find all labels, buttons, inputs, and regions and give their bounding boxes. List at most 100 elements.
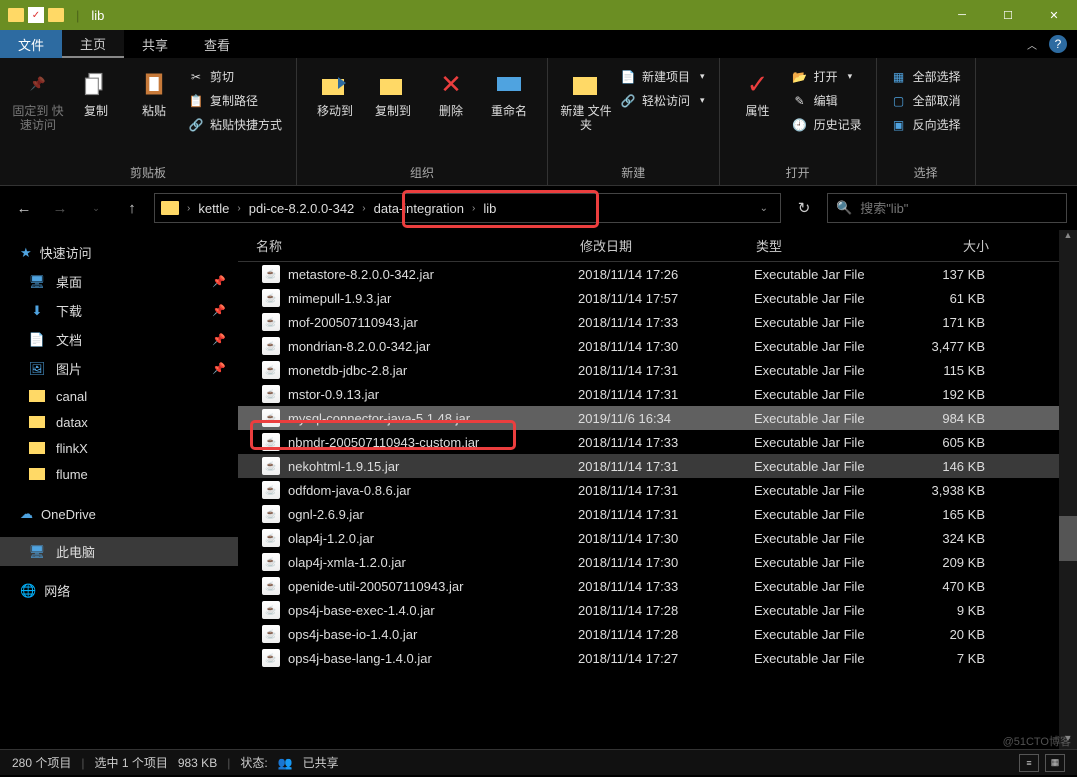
file-row[interactable]: ☕ nbmdr-200507110943-custom.jar 2018/11/… (238, 430, 1059, 454)
sidebar-item[interactable]: flinkX (0, 435, 238, 461)
ribbon: 📌 固定到 快速访问 复制 粘贴 ✂剪切 📋复制路径 🔗粘贴快捷方式 剪贴板 (0, 58, 1077, 186)
qat-icon[interactable]: ✓ (28, 7, 44, 23)
copypath-button[interactable]: 📋复制路径 (184, 90, 286, 111)
pin-quickaccess-button[interactable]: 📌 固定到 快速访问 (10, 62, 66, 132)
file-row[interactable]: ☕ metastore-8.2.0.0-342.jar 2018/11/14 1… (238, 262, 1059, 286)
open-button[interactable]: 📂打开▾ (788, 66, 866, 87)
statusbar: 280 个项目 | 选中 1 个项目 983 KB | 状态: 👥 已共享 ≡ … (0, 749, 1077, 775)
easyaccess-button[interactable]: 🔗轻松访问▾ (616, 90, 709, 111)
search-input[interactable] (860, 201, 1058, 216)
selectnone-button[interactable]: ▢全部取消 (887, 90, 965, 111)
file-row[interactable]: ☕ mof-200507110943.jar 2018/11/14 17:33 … (238, 310, 1059, 334)
tab-view[interactable]: 查看 (186, 30, 248, 58)
rename-button[interactable]: 重命名 (481, 62, 537, 118)
view-details-button[interactable]: ≡ (1019, 754, 1039, 772)
navbar: ← → ⌄ ↑ › kettle › pdi-ce-8.2.0.0-342 › … (0, 186, 1077, 230)
breadcrumb[interactable]: data-integration (368, 201, 470, 216)
cut-button[interactable]: ✂剪切 (184, 66, 286, 87)
newitem-button[interactable]: 📄新建项目▾ (616, 66, 709, 87)
status-selected: 选中 1 个项目 (94, 754, 167, 771)
jar-icon: ☕ (262, 265, 280, 283)
minimize-button[interactable]: ─ (939, 0, 985, 30)
status-items: 280 个项目 (12, 754, 71, 771)
column-headers[interactable]: 名称 修改日期 类型 大小 (238, 230, 1059, 262)
close-button[interactable]: ✕ (1031, 0, 1077, 30)
file-row[interactable]: ☕ ops4j-base-exec-1.4.0.jar 2018/11/14 1… (238, 598, 1059, 622)
view-icons-button[interactable]: ▦ (1045, 754, 1065, 772)
file-row[interactable]: ☕ ops4j-base-io-1.4.0.jar 2018/11/14 17:… (238, 622, 1059, 646)
sidebar-item[interactable]: 📄文档📌 (0, 325, 238, 354)
sidebar-item[interactable]: flume (0, 461, 238, 487)
jar-icon: ☕ (262, 649, 280, 667)
edit-button[interactable]: ✎编辑 (788, 90, 866, 111)
file-row[interactable]: ☕ mstor-0.9.13.jar 2018/11/14 17:31 Exec… (238, 382, 1059, 406)
watermark: @51CTO博客 (1003, 733, 1071, 749)
file-row[interactable]: ☕ ops4j-base-lang-1.4.0.jar 2018/11/14 1… (238, 646, 1059, 670)
breadcrumb[interactable]: pdi-ce-8.2.0.0-342 (243, 201, 361, 216)
file-row[interactable]: ☕ monetdb-jdbc-2.8.jar 2018/11/14 17:31 … (238, 358, 1059, 382)
jar-icon: ☕ (262, 481, 280, 499)
jar-icon: ☕ (262, 625, 280, 643)
jar-icon: ☕ (262, 409, 280, 427)
file-row[interactable]: ☕ mimepull-1.9.3.jar 2018/11/14 17:57 Ex… (238, 286, 1059, 310)
status-state: 状态: (240, 754, 267, 771)
breadcrumb[interactable]: lib (477, 201, 502, 216)
sidebar-item[interactable]: ⬇下载📌 (0, 296, 238, 325)
jar-icon: ☕ (262, 313, 280, 331)
sidebar-quickaccess[interactable]: ★快速访问 (0, 238, 238, 267)
breadcrumb[interactable]: kettle (192, 201, 235, 216)
jar-icon: ☕ (262, 553, 280, 571)
sidebar-thispc[interactable]: 🖥此电脑 (0, 537, 238, 566)
pasteshortcut-button[interactable]: 🔗粘贴快捷方式 (184, 114, 286, 135)
properties-button[interactable]: ✓ 属性 (730, 62, 786, 118)
help-icon[interactable]: ? (1049, 35, 1067, 53)
recent-button[interactable]: ⌄ (82, 194, 110, 222)
copy-button[interactable]: 复制 (68, 62, 124, 118)
tab-share[interactable]: 共享 (124, 30, 186, 58)
jar-icon: ☕ (262, 337, 280, 355)
file-row[interactable]: ☕ mondrian-8.2.0.0-342.jar 2018/11/14 17… (238, 334, 1059, 358)
file-row[interactable]: ☕ nekohtml-1.9.15.jar 2018/11/14 17:31 E… (238, 454, 1059, 478)
jar-icon: ☕ (262, 289, 280, 307)
status-selsize: 983 KB (178, 756, 217, 770)
scrollbar[interactable]: ▲ ▼ (1059, 230, 1077, 749)
tab-home[interactable]: 主页 (62, 30, 124, 58)
sidebar-item[interactable]: 🖥桌面📌 (0, 267, 238, 296)
file-list[interactable]: ☕ metastore-8.2.0.0-342.jar 2018/11/14 1… (238, 262, 1059, 749)
address-bar[interactable]: › kettle › pdi-ce-8.2.0.0-342 › data-int… (154, 193, 781, 223)
file-row[interactable]: ☕ olap4j-1.2.0.jar 2018/11/14 17:30 Exec… (238, 526, 1059, 550)
file-row[interactable]: ☕ mysql-connector-java-5.1.48.jar 2019/1… (238, 406, 1059, 430)
sidebar-item[interactable]: datax (0, 409, 238, 435)
sidebar-item[interactable]: 🖼图片📌 (0, 354, 238, 383)
sidebar-onedrive[interactable]: ☁OneDrive (0, 501, 238, 527)
selectall-button[interactable]: ▦全部选择 (887, 66, 965, 87)
sidebar-item[interactable]: canal (0, 383, 238, 409)
history-button[interactable]: 🕘历史记录 (788, 114, 866, 135)
forward-button[interactable]: → (46, 194, 74, 222)
chevron-down-icon[interactable]: ⌄ (754, 203, 774, 214)
tab-file[interactable]: 文件 (0, 30, 62, 58)
maximize-button[interactable]: ☐ (985, 0, 1031, 30)
sidebar-network[interactable]: 🌐网络 (0, 576, 238, 605)
refresh-button[interactable]: ↻ (789, 193, 819, 223)
back-button[interactable]: ← (10, 194, 38, 222)
jar-icon: ☕ (262, 457, 280, 475)
file-row[interactable]: ☕ openide-util-200507110943.jar 2018/11/… (238, 574, 1059, 598)
collapse-ribbon-icon[interactable]: ︿ (1027, 37, 1037, 52)
status-shared: 已共享 (303, 754, 339, 771)
invertselect-button[interactable]: ▣反向选择 (887, 114, 965, 135)
jar-icon: ☕ (262, 433, 280, 451)
file-row[interactable]: ☕ odfdom-java-0.8.6.jar 2018/11/14 17:31… (238, 478, 1059, 502)
copyto-button[interactable]: 复制到 (365, 62, 421, 118)
jar-icon: ☕ (262, 529, 280, 547)
file-row[interactable]: ☕ olap4j-xmla-1.2.0.jar 2018/11/14 17:30… (238, 550, 1059, 574)
jar-icon: ☕ (262, 577, 280, 595)
delete-button[interactable]: ✕ 删除 (423, 62, 479, 118)
sidebar: ★快速访问 🖥桌面📌⬇下载📌📄文档📌🖼图片📌canaldataxflinkXfl… (0, 230, 238, 749)
moveto-button[interactable]: 移动到 (307, 62, 363, 118)
search-box[interactable]: 🔍 (827, 193, 1067, 223)
up-button[interactable]: ↑ (118, 194, 146, 222)
file-row[interactable]: ☕ ognl-2.6.9.jar 2018/11/14 17:31 Execut… (238, 502, 1059, 526)
newfolder-button[interactable]: 新建 文件夹 (558, 62, 614, 132)
paste-button[interactable]: 粘贴 (126, 62, 182, 118)
